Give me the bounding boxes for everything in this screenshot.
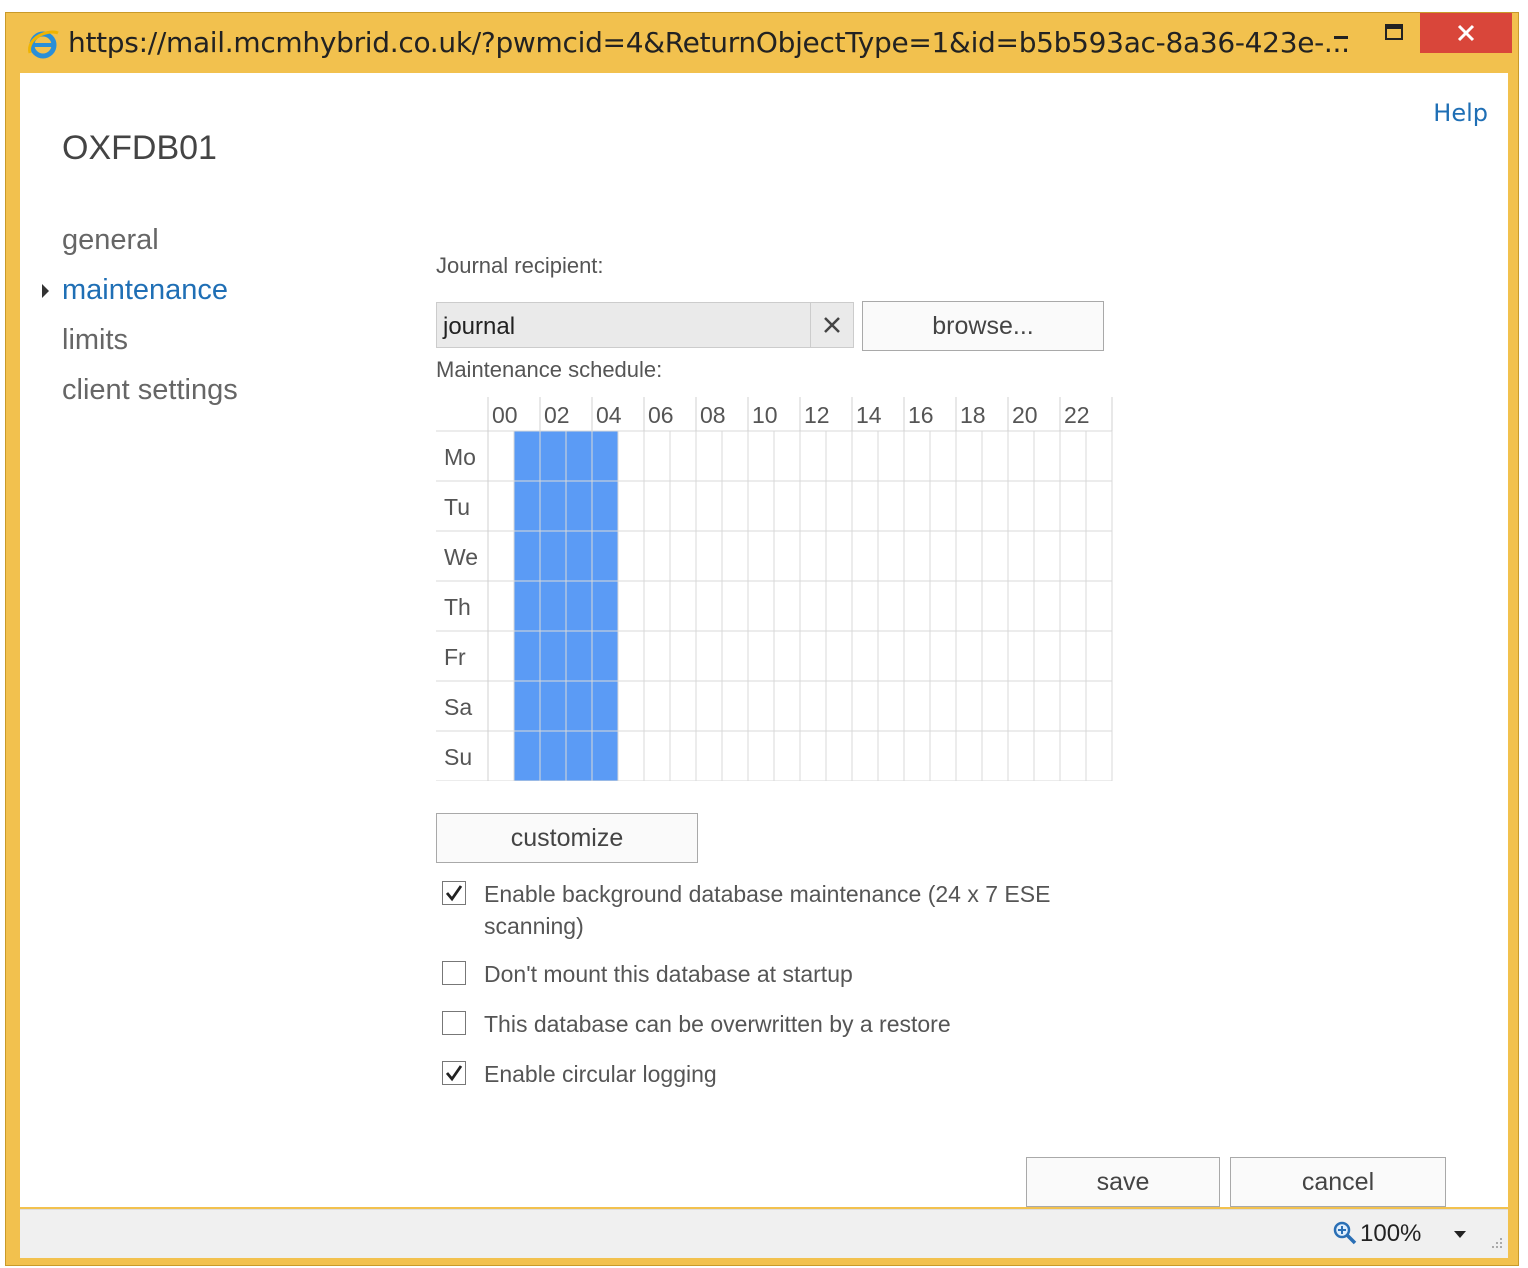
schedule-cell-selected[interactable] [514,531,540,581]
schedule-cell-selected[interactable] [514,731,540,781]
schedule-cell-selected[interactable] [592,581,618,631]
schedule-cell-selected[interactable] [592,481,618,531]
schedule-cell-selected[interactable] [592,531,618,581]
window-url: https://mail.mcmhybrid.co.uk/?pwmcid=4&R… [68,26,1350,59]
browse-button[interactable]: browse... [862,301,1104,351]
schedule-cell-selected[interactable] [592,681,618,731]
maintenance-schedule-grid[interactable]: 00 02 04 06 08 10 12 14 16 18 20 22 Mo Tu We Th Fr Sa Su [436,397,1116,781]
day-label: Fr [444,644,466,670]
nav-item-maintenance[interactable]: maintenance [42,265,238,315]
checkmark-icon [445,1065,463,1082]
minimize-icon [1334,36,1348,39]
title-bar: https://mail.mcmhybrid.co.uk/?pwmcid=4&R… [6,13,1518,73]
option-dont-mount[interactable]: Don't mount this database at startup [442,958,853,990]
option-label: This database can be overwritten by a re… [484,1011,951,1037]
option-label: Enable background database maintenance (… [484,881,1051,939]
schedule-cell-selected[interactable] [566,581,592,631]
hour-label: 06 [648,402,674,428]
schedule-cell-selected[interactable] [540,681,566,731]
schedule-cell-selected[interactable] [540,631,566,681]
dialog-content: Help OXFDB01 general maintenance limits … [20,73,1508,1207]
hour-label: 14 [856,402,882,428]
schedule-cell-selected[interactable] [592,631,618,681]
day-label: Tu [444,494,470,520]
clear-icon [824,317,840,333]
zoom-level[interactable]: 100% [1360,1220,1421,1248]
browser-window: https://mail.mcmhybrid.co.uk/?pwmcid=4&R… [5,12,1519,1266]
side-nav: general maintenance limits client settin… [42,215,238,415]
checkbox[interactable] [442,881,466,905]
schedule-cell-selected[interactable] [540,531,566,581]
page-title: OXFDB01 [62,129,217,167]
hour-label: 04 [596,402,622,428]
schedule-cell-selected[interactable] [540,431,566,481]
hour-label: 16 [908,402,934,428]
schedule-cell-selected[interactable] [540,731,566,781]
schedule-cell-selected[interactable] [592,431,618,481]
day-label: Sa [444,694,472,720]
schedule-cell-selected[interactable] [514,581,540,631]
checkbox[interactable] [442,961,466,985]
minimize-button[interactable] [1316,13,1366,53]
journal-recipient-value: journal [443,313,516,340]
hour-label: 18 [960,402,986,428]
maximize-button[interactable] [1368,13,1420,53]
schedule-cell-selected[interactable] [514,431,540,481]
nav-item-label: maintenance [62,274,229,306]
zoom-icon [1333,1221,1357,1245]
day-label: Th [444,594,471,620]
schedule-cell-selected[interactable] [514,481,540,531]
nav-selected-arrow-icon [42,284,49,298]
schedule-cell-selected[interactable] [566,431,592,481]
close-button[interactable] [1420,13,1512,53]
schedule-cell-selected[interactable] [566,531,592,581]
checkbox[interactable] [442,1011,466,1035]
maintenance-schedule-label: Maintenance schedule: [436,357,663,382]
chevron-down-icon[interactable] [1452,1228,1468,1240]
day-label: Su [444,744,472,770]
schedule-cell-selected[interactable] [540,481,566,531]
nav-item-client-settings[interactable]: client settings [62,365,238,415]
nav-item-general[interactable]: general [62,215,238,265]
option-label: Don't mount this database at startup [484,961,853,987]
nav-item-limits[interactable]: limits [62,315,238,365]
hour-label: 12 [804,402,830,428]
schedule-cell-selected[interactable] [592,731,618,781]
schedule-cell-selected[interactable] [566,631,592,681]
option-label: Enable circular logging [484,1061,717,1087]
clear-recipient-button[interactable] [810,303,853,347]
close-icon [1457,24,1475,42]
option-circular-logging[interactable]: Enable circular logging [442,1058,717,1090]
help-link[interactable]: Help [1433,99,1488,127]
option-background-maintenance[interactable]: Enable background database maintenance (… [442,878,1082,942]
schedule-cell-selected[interactable] [566,731,592,781]
schedule-cell-selected[interactable] [540,581,566,631]
hour-label: 02 [544,402,570,428]
customize-button[interactable]: customize [436,813,698,863]
status-bar: 100% [20,1209,1508,1258]
hour-label: 20 [1012,402,1038,428]
day-label: Mo [444,444,476,470]
maximize-icon [1385,24,1403,40]
hour-label: 22 [1064,402,1090,428]
checkmark-icon [445,885,463,902]
checkbox[interactable] [442,1061,466,1085]
ie-icon [28,30,59,59]
hour-label: 08 [700,402,726,428]
resize-grip-icon[interactable] [1488,1234,1504,1250]
schedule-cell-selected[interactable] [514,631,540,681]
schedule-cell-selected[interactable] [514,681,540,731]
cancel-button[interactable]: cancel [1230,1157,1446,1207]
day-label: We [444,544,478,570]
journal-recipient-label: Journal recipient: [436,253,604,278]
hour-label: 00 [492,402,518,428]
option-overwrite-restore[interactable]: This database can be overwritten by a re… [442,1008,951,1040]
schedule-cell-selected[interactable] [566,481,592,531]
journal-recipient-field[interactable]: journal [436,302,854,348]
hour-label: 10 [752,402,778,428]
save-button[interactable]: save [1026,1157,1220,1207]
schedule-cell-selected[interactable] [566,681,592,731]
